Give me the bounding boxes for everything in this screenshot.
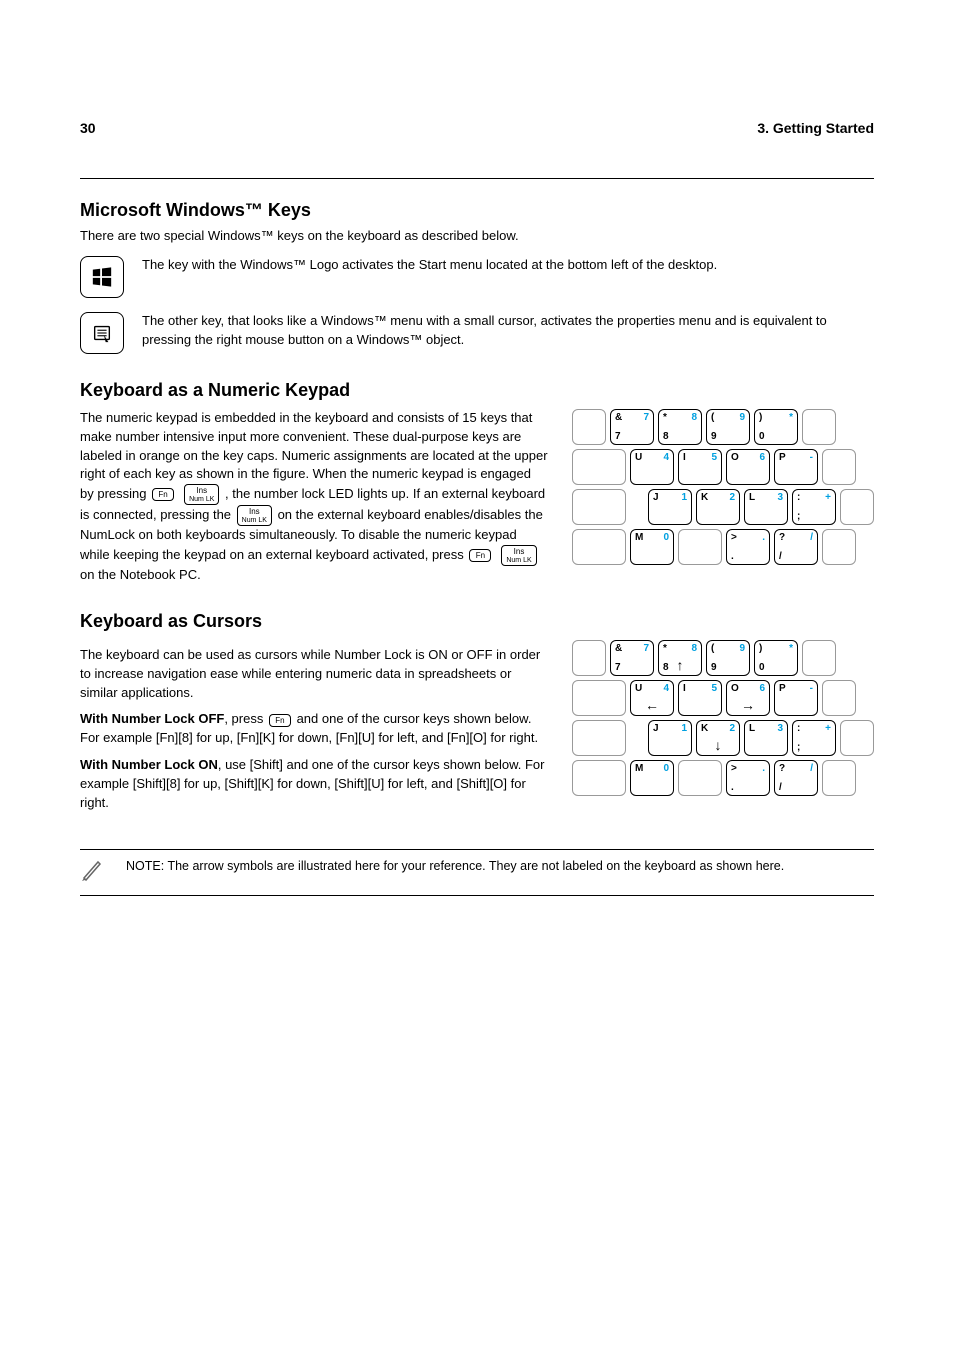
keyboard-key xyxy=(802,640,836,676)
keyboard-key: M0 xyxy=(630,760,674,796)
keyboard-key: L3 xyxy=(744,720,788,756)
note-text: NOTE: The arrow symbols are illustrated … xyxy=(126,858,784,876)
keyboard-key xyxy=(572,449,626,485)
menu-key-desc: The other key, that looks like a Windows… xyxy=(142,312,874,350)
keyboard-key: :;+ xyxy=(792,489,836,525)
windows-logo-key-desc: The key with the Windows™ Logo activates… xyxy=(142,256,717,275)
numlock-on-label: With Number Lock ON xyxy=(80,757,218,772)
fn-key-icon: Fn xyxy=(152,488,174,501)
keyboard-key: &77 xyxy=(610,640,654,676)
keyboard-key xyxy=(572,640,606,676)
keyboard-key xyxy=(840,489,874,525)
keyboard-key: U4← xyxy=(630,680,674,716)
numeric-keypad-diagram: &77*88(99)0* U4I5O6P- J1K2L3:;+ M0 >..?// xyxy=(572,409,874,565)
keyboard-key: L3 xyxy=(744,489,788,525)
ins-numlk-key-icon: InsNum LK xyxy=(237,505,272,526)
keyboard-key: J1 xyxy=(648,720,692,756)
cursors-paragraphs: The keyboard can be used as cursors whil… xyxy=(80,640,548,821)
keyboard-key: &77 xyxy=(610,409,654,445)
keyboard-key: O6→ xyxy=(726,680,770,716)
page-number: 30 xyxy=(80,120,96,136)
windows-keys-intro: There are two special Windows™ keys on t… xyxy=(80,227,874,246)
cursor-keypad-diagram: &77*88↑(99)0* U4←I5O6→P- J1K2↓L3:;+ M0 >..?/… xyxy=(572,640,874,796)
keyboard-key xyxy=(678,529,722,565)
ins-numlk-key-icon: InsNum LK xyxy=(501,545,536,566)
keyboard-key: P- xyxy=(774,449,818,485)
keyboard-key xyxy=(678,760,722,796)
cursors-para2: With Number Lock OFF, press Fn and one o… xyxy=(80,710,548,748)
keyboard-key xyxy=(572,529,626,565)
keyboard-key: *88 xyxy=(658,409,702,445)
keyboard-key: U4 xyxy=(630,449,674,485)
keyboard-key xyxy=(840,720,874,756)
keyboard-key: (99 xyxy=(706,640,750,676)
numeric-keypad-paragraph: The numeric keypad is embedded in the ke… xyxy=(80,409,548,585)
keyboard-key xyxy=(802,409,836,445)
keyboard-key: P- xyxy=(774,680,818,716)
section-heading-cursors: Keyboard as Cursors xyxy=(80,611,874,632)
keyboard-key: J1 xyxy=(648,489,692,525)
keyboard-key xyxy=(572,760,626,796)
fn-key-icon: Fn xyxy=(469,549,491,562)
keyboard-key: ?// xyxy=(774,760,818,796)
keyboard-key xyxy=(572,680,626,716)
keyboard-key: >.. xyxy=(726,529,770,565)
numpad-text-d: on the Notebook PC. xyxy=(80,567,201,582)
keyboard-key: K2↓ xyxy=(696,720,740,756)
section-heading-windows-keys: Microsoft Windows™ Keys xyxy=(80,200,874,221)
ins-numlk-key-icon: InsNum LK xyxy=(184,484,219,505)
menu-key-icon xyxy=(80,312,124,354)
keyboard-key: )0* xyxy=(754,640,798,676)
keyboard-key xyxy=(572,489,626,525)
keyboard-key: I5 xyxy=(678,680,722,716)
numlock-off-label: With Number Lock OFF xyxy=(80,711,224,726)
chapter-label: 3. Getting Started xyxy=(757,120,874,136)
cursors-para1: The keyboard can be used as cursors whil… xyxy=(80,646,548,703)
keyboard-key: ?// xyxy=(774,529,818,565)
section-heading-numeric-keypad: Keyboard as a Numeric Keypad xyxy=(80,380,874,401)
cursors-para3: With Number Lock ON, use [Shift] and one… xyxy=(80,756,548,813)
keyboard-key xyxy=(822,680,856,716)
keyboard-key xyxy=(822,760,856,796)
keyboard-key: (99 xyxy=(706,409,750,445)
keyboard-key: K2 xyxy=(696,489,740,525)
keyboard-key: )0* xyxy=(754,409,798,445)
keyboard-key: M0 xyxy=(630,529,674,565)
keyboard-key: :;+ xyxy=(792,720,836,756)
fn-key-icon: Fn xyxy=(269,714,291,727)
windows-logo-key-icon xyxy=(80,256,124,298)
keyboard-key xyxy=(572,409,606,445)
keyboard-key: I5 xyxy=(678,449,722,485)
note-icon xyxy=(80,858,108,887)
keyboard-key xyxy=(572,720,626,756)
keyboard-key: >.. xyxy=(726,760,770,796)
keyboard-key: *88↑ xyxy=(658,640,702,676)
keyboard-key xyxy=(822,529,856,565)
top-rule xyxy=(80,178,874,179)
keyboard-key xyxy=(822,449,856,485)
keyboard-key: O6 xyxy=(726,449,770,485)
